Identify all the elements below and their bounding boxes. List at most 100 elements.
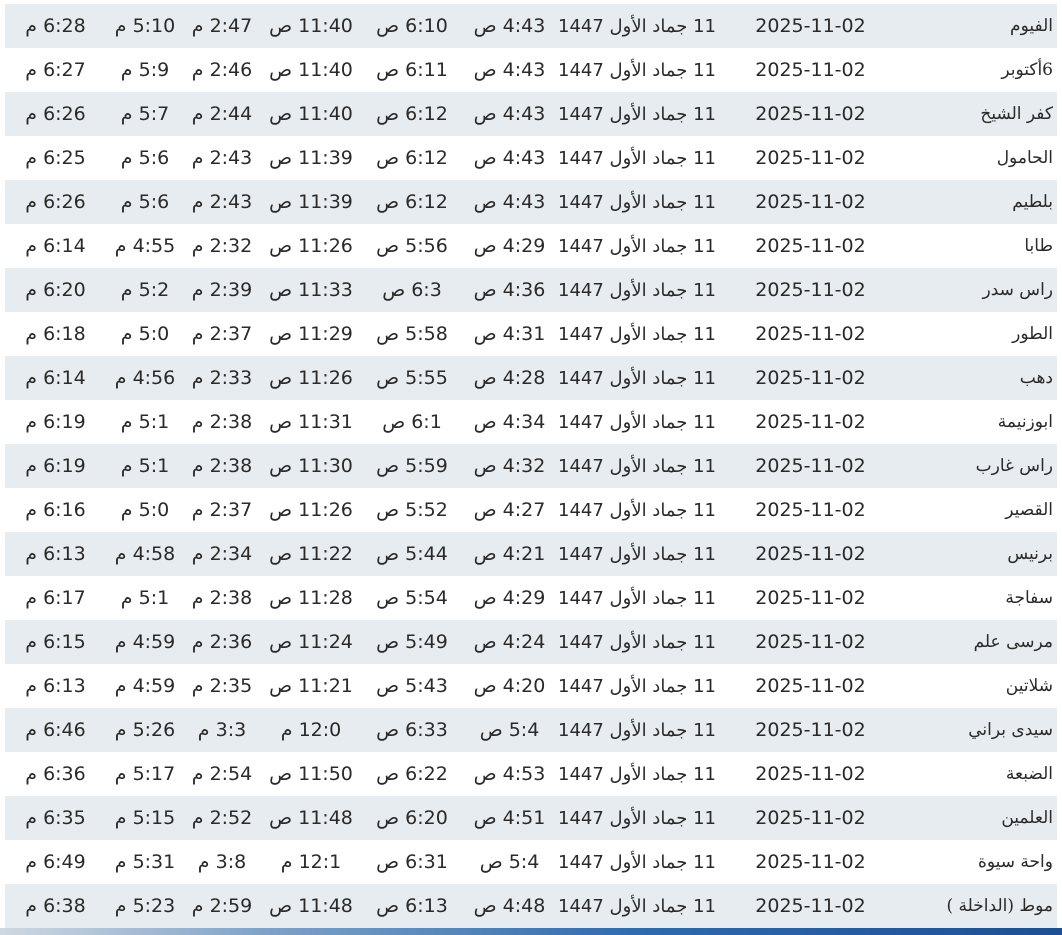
hijri-date-cell: 11 جماد الأول 1447 [558,235,716,257]
dhuhr-time-cell: 11:29 ص [269,323,353,345]
fajr-time-cell: 4:32 ص [473,455,546,477]
maghrib-time-cell: 5:31 م [114,851,176,873]
maghrib-time-cell: 4:55 م [114,235,176,257]
table-row: راس غارب 2025-11-02 11 جماد الأول 1447 4:32… [5,444,1057,488]
maghrib-time-cell: 4:59 م [114,631,176,653]
dhuhr-time-cell: 11:39 ص [269,147,353,169]
isha-time-cell: 6:20 م [25,279,86,301]
maghrib-time-cell: 5:26 م [114,719,176,741]
sunrise-time-cell: 5:56 ص [376,235,448,257]
gregorian-date-cell: 2025-11-02 [755,15,866,37]
asr-time-cell: 2:44 م [191,103,253,125]
sunrise-time-cell: 5:59 ص [376,455,448,477]
isha-time-cell: 6:46 م [25,719,86,741]
prayer-times-rows: الفيوم 2025-11-02 11 جماد الأول 1447 4:43 ص… [5,4,1057,928]
table-row: طابا 2025-11-02 11 جماد الأول 1447 4:29 ص 5:… [5,224,1057,268]
table-row: الحامول 2025-11-02 11 جماد الأول 1447 4:43 … [5,136,1057,180]
table-row: الفيوم 2025-11-02 11 جماد الأول 1447 4:43 ص… [5,4,1057,48]
isha-time-cell: 6:19 م [25,411,86,433]
city-cell: مرسى علم [973,632,1053,652]
fajr-time-cell: 4:29 ص [473,587,546,609]
gregorian-date-cell: 2025-11-02 [755,455,866,477]
asr-time-cell: 2:38 م [191,411,253,433]
asr-time-cell: 2:37 م [191,499,253,521]
gregorian-date-cell: 2025-11-02 [755,499,866,521]
hijri-date-cell: 11 جماد الأول 1447 [558,763,716,785]
table-row: بلطيم 2025-11-02 11 جماد الأول 1447 4:43 ص 6… [5,180,1057,224]
asr-time-cell: 2:36 م [191,631,253,653]
city-cell: راس سدر [982,280,1053,300]
city-cell: موط (الداخلة ) [946,896,1053,916]
isha-time-cell: 6:49 م [25,851,86,873]
maghrib-time-cell: 5:1 م [120,587,170,609]
dhuhr-time-cell: 11:48 ص [269,895,353,917]
gregorian-date-cell: 2025-11-02 [755,763,866,785]
maghrib-time-cell: 5:15 م [114,807,176,829]
city-cell: الحامول [996,148,1053,168]
asr-time-cell: 2:47 م [191,15,253,37]
hijri-date-cell: 11 جماد الأول 1447 [558,103,716,125]
isha-time-cell: 6:35 م [25,807,86,829]
prayer-times-table: الفيوم 2025-11-02 11 جماد الأول 1447 4:43 ص… [5,4,1057,928]
sunrise-time-cell: 6:11 ص [376,59,448,81]
maghrib-time-cell: 5:1 م [120,411,170,433]
table-row: ابوزنيمة 2025-11-02 11 جماد الأول 1447 4:34… [5,400,1057,444]
hijri-date-cell: 11 جماد الأول 1447 [558,15,716,37]
fajr-time-cell: 5:4 ص [479,719,540,741]
isha-time-cell: 6:15 م [25,631,86,653]
gregorian-date-cell: 2025-11-02 [755,719,866,741]
city-cell: كفر الشيخ [980,104,1053,124]
hijri-date-cell: 11 جماد الأول 1447 [558,59,716,81]
gregorian-date-cell: 2025-11-02 [755,675,866,697]
dhuhr-time-cell: 12:0 م [280,719,342,741]
city-cell: 6أكتوبر [1001,60,1053,80]
fajr-time-cell: 5:4 ص [479,851,540,873]
table-row: 6أكتوبر 2025-11-02 11 جماد الأول 1447 4:43 … [5,48,1057,92]
fajr-time-cell: 4:28 ص [473,367,546,389]
gregorian-date-cell: 2025-11-02 [755,191,866,213]
fajr-time-cell: 4:36 ص [473,279,546,301]
fajr-time-cell: 4:48 ص [473,895,546,917]
fajr-time-cell: 4:53 ص [473,763,546,785]
fajr-time-cell: 4:51 ص [473,807,546,829]
dhuhr-time-cell: 11:21 ص [269,675,353,697]
asr-time-cell: 2:43 م [191,191,253,213]
table-row: كفر الشيخ 2025-11-02 11 جماد الأول 1447 4:4… [5,92,1057,136]
hijri-date-cell: 11 جماد الأول 1447 [558,587,716,609]
gregorian-date-cell: 2025-11-02 [755,367,866,389]
hijri-date-cell: 11 جماد الأول 1447 [558,147,716,169]
asr-time-cell: 2:39 م [191,279,253,301]
gregorian-date-cell: 2025-11-02 [755,631,866,653]
gregorian-date-cell: 2025-11-02 [755,895,866,917]
asr-time-cell: 2:38 م [191,587,253,609]
fajr-time-cell: 4:43 ص [473,103,546,125]
maghrib-time-cell: 4:56 م [114,367,176,389]
sunrise-time-cell: 5:44 ص [376,543,448,565]
table-row: سيدى براني 2025-11-02 11 جماد الأول 1447 5:… [5,708,1057,752]
city-cell: برنيس [1007,544,1053,564]
hijri-date-cell: 11 جماد الأول 1447 [558,411,716,433]
sunrise-time-cell: 6:1 ص [382,411,442,433]
sunrise-time-cell: 6:12 ص [376,103,448,125]
city-cell: بلطيم [1012,192,1053,212]
bottom-gradient-strip [0,928,1062,935]
sunrise-time-cell: 6:12 ص [376,191,448,213]
maghrib-time-cell: 5:23 م [114,895,176,917]
isha-time-cell: 6:26 م [25,191,86,213]
gregorian-date-cell: 2025-11-02 [755,587,866,609]
table-row: راس سدر 2025-11-02 11 جماد الأول 1447 4:36 … [5,268,1057,312]
asr-time-cell: 2:37 م [191,323,253,345]
fajr-time-cell: 4:43 ص [473,191,546,213]
hijri-date-cell: 11 جماد الأول 1447 [558,323,716,345]
asr-time-cell: 2:35 م [191,675,253,697]
maghrib-time-cell: 4:59 م [114,675,176,697]
city-cell: شلاتين [1005,676,1053,696]
maghrib-time-cell: 5:6 م [120,147,170,169]
table-row: شلاتين 2025-11-02 11 جماد الأول 1447 4:20 ص… [5,664,1057,708]
asr-time-cell: 2:32 م [191,235,253,257]
isha-time-cell: 6:26 م [25,103,86,125]
dhuhr-time-cell: 11:30 ص [269,455,353,477]
city-cell: راس غارب [975,456,1053,476]
gregorian-date-cell: 2025-11-02 [755,103,866,125]
fajr-time-cell: 4:31 ص [473,323,546,345]
